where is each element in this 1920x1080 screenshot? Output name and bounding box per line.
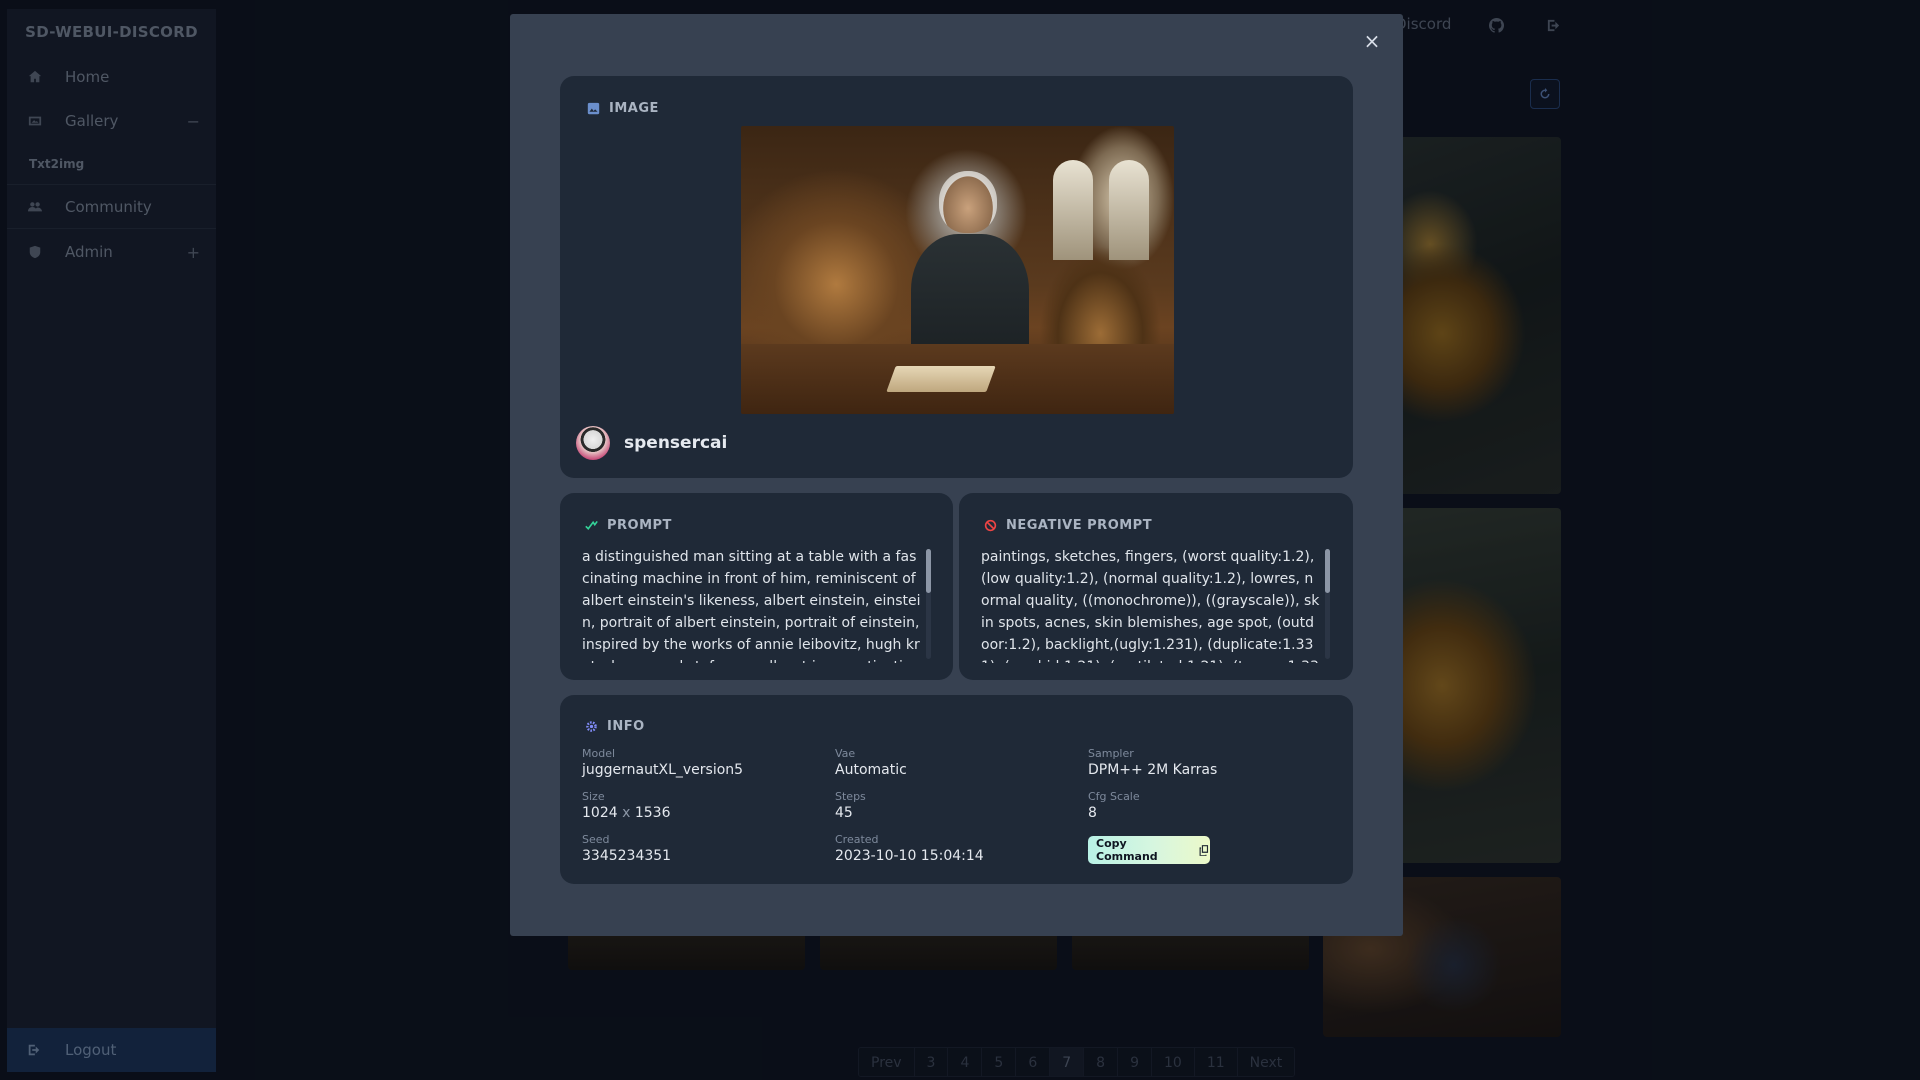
steps-field: Steps 45 [835,790,866,821]
info-card: INFO Model juggernautXL_version5 Vae Aut… [560,695,1353,884]
gear-icon [585,720,599,734]
image-section-title: IMAGE [587,101,659,116]
info-title-label: INFO [607,719,645,734]
size-height: 1536 [634,805,671,821]
prompt-title-label: PROMPT [607,518,672,533]
ban-icon [984,519,998,533]
author-row[interactable]: spensercai [576,426,727,460]
copy-command-label: Copy Command [1096,837,1158,863]
avatar [576,426,610,460]
image-card: IMAGE spensercai [560,76,1353,478]
negative-prompt-text[interactable]: paintings, sketches, fingers, (worst qua… [981,546,1321,663]
vae-field: Vae Automatic [835,747,907,778]
info-section-title: INFO [585,719,645,734]
close-icon[interactable]: × [1361,29,1383,53]
prompt-scrollbar[interactable] [926,549,931,659]
negative-title-label: NEGATIVE PROMPT [1006,518,1153,533]
prompt-text[interactable]: a distinguished man sitting at a table w… [582,546,922,663]
image-icon [587,102,601,116]
image-title-label: IMAGE [609,101,659,116]
model-field: Model juggernautXL_version5 [582,747,744,778]
prompt-card: PROMPT a distinguished man sitting at a … [560,493,953,680]
prompt-section-title: PROMPT [585,518,672,533]
size-field: Size 1024 x 1536 [582,790,671,821]
check-icon [585,519,599,533]
image-detail-modal: × IMAGE spensercai PROMPT a distinguishe… [510,14,1403,936]
created-field: Created 2023-10-10 15:04:14 [835,833,984,864]
copy-icon [1199,844,1208,856]
negative-section-title: NEGATIVE PROMPT [984,518,1152,533]
cfg-field: Cfg Scale 8 [1088,790,1140,821]
username: spensercai [624,433,728,453]
negative-prompt-card: NEGATIVE PROMPT paintings, sketches, fin… [959,493,1353,680]
size-separator: x [622,805,631,821]
generated-image[interactable] [741,126,1174,414]
seed-field: Seed 3345234351 [582,833,672,864]
copy-command-button[interactable]: Copy Command [1088,836,1210,864]
negative-scrollbar[interactable] [1325,549,1330,659]
sampler-field: Sampler DPM++ 2M Karras [1088,747,1218,778]
size-width: 1024 [582,805,618,821]
